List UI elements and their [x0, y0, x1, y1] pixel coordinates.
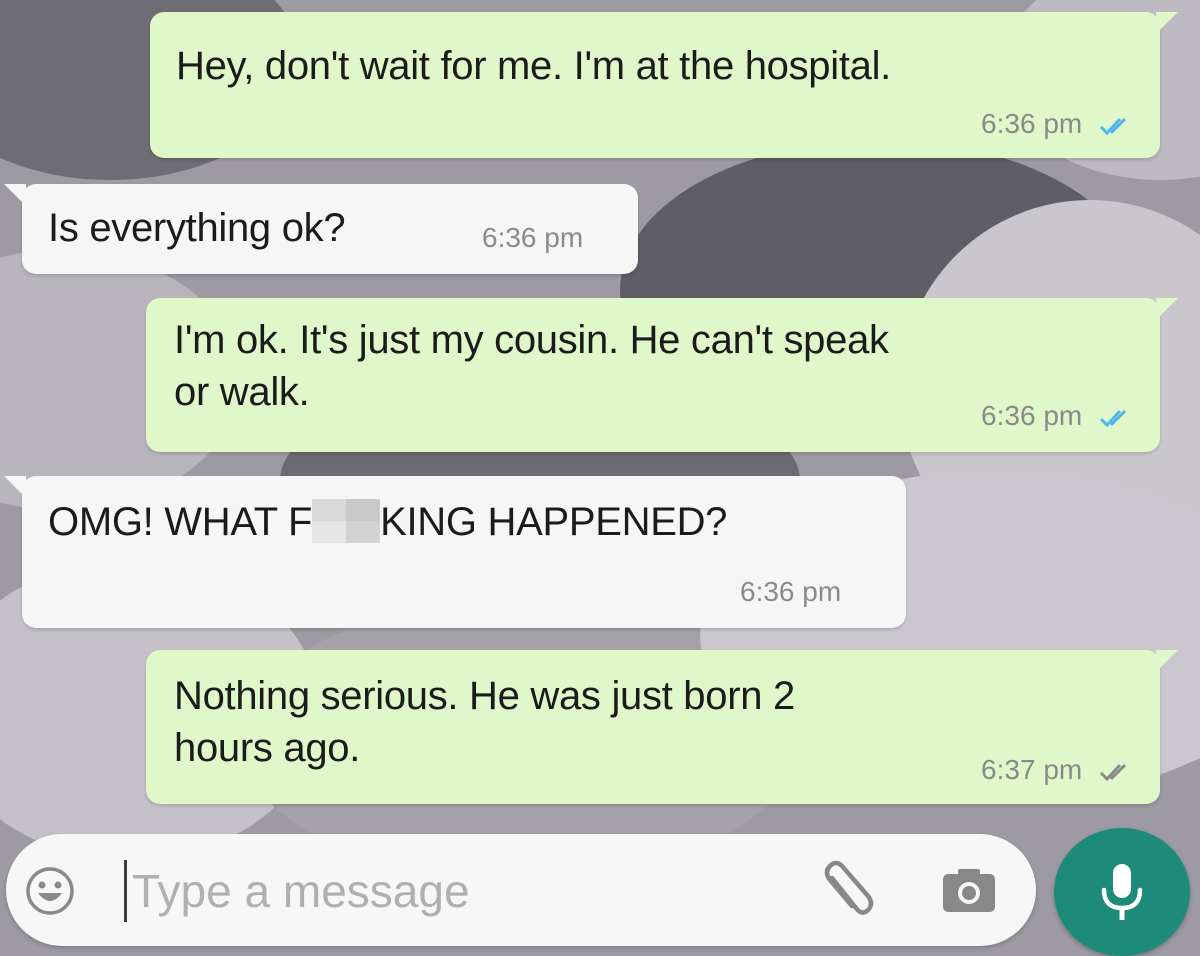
bubble-tail: [1156, 650, 1178, 672]
microphone-icon[interactable]: [1054, 828, 1190, 956]
message-text-line: hours ago.: [174, 726, 361, 770]
message-text: Is everything ok?: [48, 206, 346, 250]
emoji-smiley-icon[interactable]: [24, 865, 76, 917]
message-text-line: I'm ok. It's just my cousin. He can't sp…: [174, 318, 889, 362]
message-text-line: or walk.: [174, 370, 310, 414]
message-bubble-incoming[interactable]: Is everything ok? 6:36 pm: [4, 184, 638, 274]
paperclip-icon[interactable]: [818, 858, 876, 922]
message-bubble-outgoing[interactable]: I'm ok. It's just my cousin. He can't sp…: [146, 298, 1178, 452]
bubble-tail: [4, 476, 26, 498]
message-meta: 6:37 pm: [981, 754, 1134, 786]
message-text-part: KING HAPPENED?: [380, 500, 728, 544]
read-receipt-icon: [1098, 115, 1134, 137]
message-timestamp: 6:36 pm: [482, 222, 584, 253]
message-bubble-outgoing[interactable]: Hey, don't wait for me. I'm at the hospi…: [150, 12, 1178, 158]
message-timestamp: 6:36 pm: [981, 108, 1083, 139]
bubble-tail: [4, 184, 26, 206]
message-bubble-outgoing[interactable]: Nothing serious. He was just born 2 hour…: [146, 650, 1178, 804]
message-meta: 6:36 pm: [981, 108, 1134, 140]
message-meta: 6:36 pm: [981, 400, 1134, 432]
bubble-tail: [1156, 12, 1178, 34]
bubble-tail: [1156, 298, 1178, 320]
message-text: OMG! WHAT F KING HAPPENED?: [48, 496, 727, 548]
read-receipt-icon: [1098, 761, 1134, 783]
message-timestamp: 6:36 pm: [740, 576, 842, 607]
message-text: Nothing serious. He was just born 2 hour…: [174, 670, 795, 774]
message-input[interactable]: Type a message: [132, 864, 470, 918]
message-timestamp: 6:36 pm: [981, 400, 1083, 431]
message-text: Hey, don't wait for me. I'm at the hospi…: [176, 44, 891, 88]
message-timestamp: 6:37 pm: [981, 754, 1083, 785]
message-text-line: Nothing serious. He was just born 2: [174, 674, 795, 718]
text-caret: [124, 860, 127, 922]
read-receipt-icon: [1098, 407, 1134, 429]
message-bubble-incoming[interactable]: OMG! WHAT F KING HAPPENED? 6:36 pm: [4, 476, 906, 628]
message-text-part: OMG! WHAT F: [48, 500, 313, 544]
camera-icon[interactable]: [940, 868, 998, 914]
message-composer: Type a message: [6, 834, 1036, 946]
message-text: I'm ok. It's just my cousin. He can't sp…: [174, 314, 889, 418]
censor-blur-patch: [312, 499, 381, 543]
